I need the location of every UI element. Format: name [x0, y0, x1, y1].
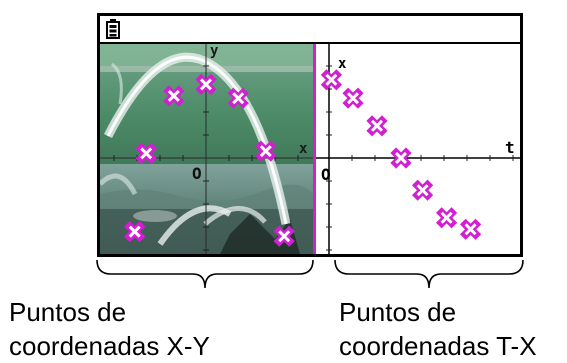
photo-origin-label: O [192, 164, 202, 183]
photo-axis-x-label: x [299, 141, 308, 157]
tx-axis-x-label: x [338, 56, 347, 72]
xy-photo-panel: y x O [100, 44, 313, 254]
caption-xy-line2: coordenadas X-Y [9, 331, 210, 361]
status-bar [100, 16, 520, 44]
tx-axis-t-label: t [505, 138, 515, 157]
tx-graph-canvas [316, 44, 520, 254]
cross-marker-icon [459, 218, 482, 240]
cross-marker-icon [435, 207, 458, 229]
photo-axis-y-label: y [210, 44, 219, 59]
caption-tx-line2: coordenadas T-X [339, 331, 537, 361]
caption-xy-line1: Puntos de [9, 297, 127, 327]
brace-right [334, 259, 524, 289]
cross-marker-icon [411, 179, 434, 201]
calculator-screen: y x O x t O [97, 13, 523, 257]
caption-xy: Puntos de coordenadas X-Y [9, 295, 210, 363]
tx-marker-group [320, 69, 482, 240]
cross-marker-icon [366, 115, 388, 137]
fountain-photo [100, 44, 313, 254]
tx-origin-label: O [321, 165, 331, 184]
tx-graph-panel: x t O [316, 44, 520, 254]
brace-left [96, 259, 314, 289]
caption-tx-line1: Puntos de [339, 297, 457, 327]
cross-marker-icon [342, 87, 364, 109]
caption-tx: Puntos de coordenadas T-X [339, 295, 537, 363]
battery-icon [106, 19, 120, 39]
